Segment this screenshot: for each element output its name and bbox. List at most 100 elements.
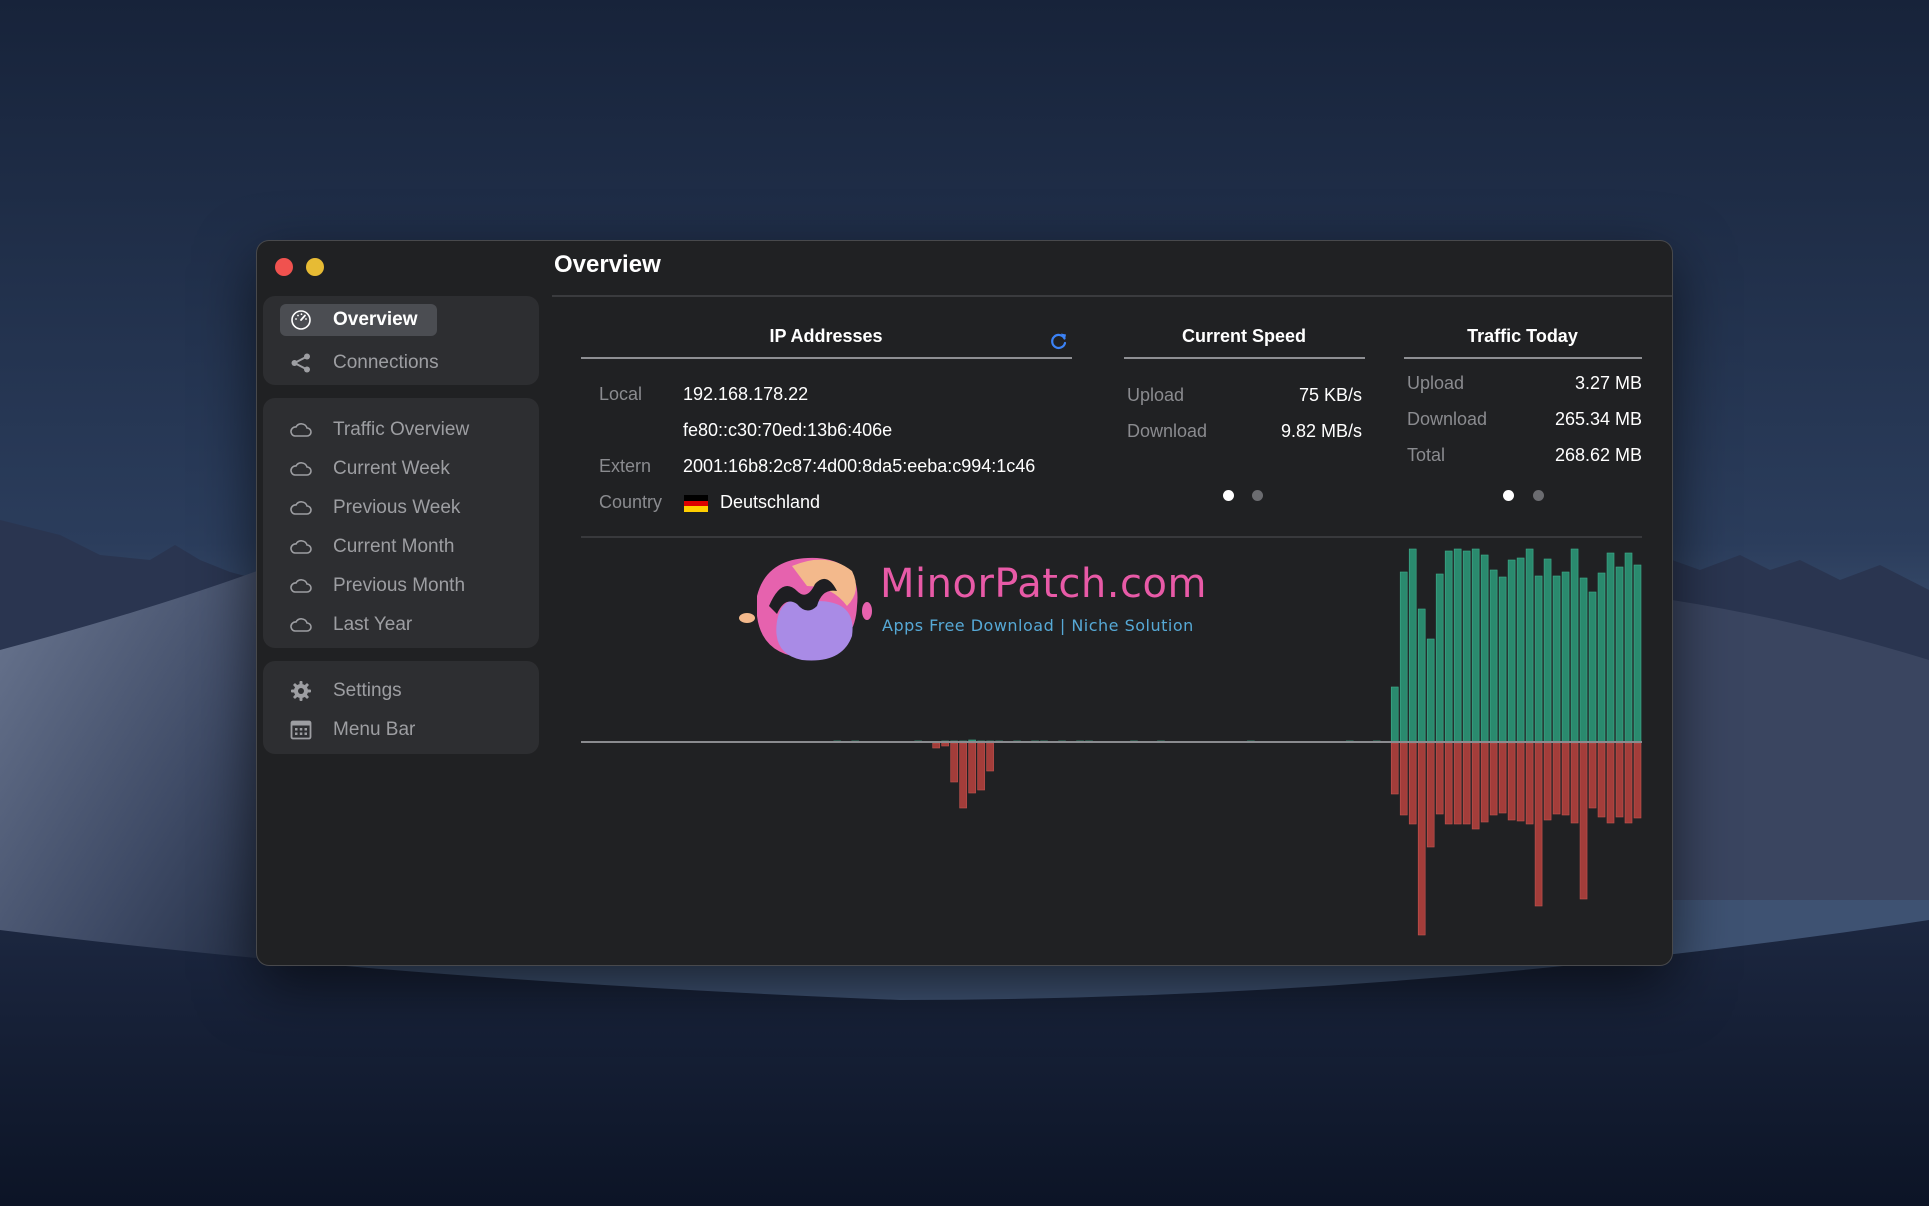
cloud-icon [289,418,313,442]
gauge-icon [289,308,313,332]
speed-download-label: Download [1127,421,1208,441]
download-bar [1516,557,1525,743]
upload-bar [1507,742,1516,821]
sidebar-group-main: Overview Connections [263,296,539,385]
header-divider [552,295,1672,297]
upload-bar [1462,742,1471,825]
page-dot[interactable] [1252,490,1263,501]
share-icon [289,351,313,375]
sidebar-item-label: Previous Month [333,574,466,596]
upload-bar [1588,742,1597,809]
ip-addresses-underline [581,357,1072,359]
germany-flag-icon [684,495,708,512]
download-bar [1453,548,1462,743]
cloud-icon [289,496,313,520]
upload-bar [1633,742,1642,819]
sidebar-item-label: Menu Bar [333,718,416,740]
cloud-icon [289,535,313,559]
download-bar [1606,552,1615,743]
watermark-subtitle: Apps Free Download | Niche Solution [882,616,1194,635]
upload-bar [1579,742,1588,900]
local-ipv4-value: 192.168.178.22 [683,384,809,404]
sidebar-item-label: Last Year [333,613,413,635]
sidebar-item-current-month[interactable]: Current Month [263,527,539,566]
calendar-grid-icon [289,718,313,742]
sidebar-item-label: Settings [333,679,402,701]
page-dot[interactable] [1533,490,1544,501]
extern-ip-value: 2001:16b8:2c87:4d00:8da5:eeba:c994:1c46 [683,456,1036,476]
download-bar [1462,550,1471,743]
upload-bar [1399,742,1408,816]
sidebar-item-traffic-overview[interactable]: Traffic Overview [263,410,539,449]
sidebar-item-label: Connections [333,351,439,373]
current-speed-underline [1124,357,1365,359]
ip-addresses-title: IP Addresses [769,326,883,346]
cloud-icon [289,457,313,481]
download-bar [1624,552,1633,743]
sidebar-item-label: Current Month [333,535,455,557]
sidebar-item-last-year[interactable]: Last Year [263,605,539,644]
download-bar [1417,608,1426,743]
sidebar-item-current-week[interactable]: Current Week [263,449,539,488]
chart-baseline [581,741,1642,743]
current-speed-title: Current Speed [1181,326,1307,346]
download-bar [1480,554,1489,743]
upload-bar [1498,742,1507,814]
sidebar-item-connections[interactable]: Connections [263,343,539,382]
page-title: Overview [554,251,661,278]
download-bar [1534,575,1543,743]
download-bar [1579,577,1588,743]
sidebar-item-previous-month[interactable]: Previous Month [263,566,539,605]
sidebar-item-overview[interactable]: Overview [263,304,539,336]
sidebar-item-menu-bar[interactable]: Menu Bar [263,710,539,749]
download-bar [1426,638,1435,743]
gear-icon [289,679,313,703]
upload-bar [1489,742,1498,816]
upload-bar [1624,742,1633,824]
sidebar-item-label: Previous Week [333,496,461,518]
content-divider [581,536,1642,538]
refresh-icon[interactable] [1048,330,1070,352]
sidebar-item-label: Traffic Overview [333,418,470,440]
download-bar [1633,564,1642,743]
download-bar [1588,591,1597,743]
upload-bar [1444,742,1453,825]
upload-bar [1480,742,1489,823]
upload-bar [1417,742,1426,936]
upload-bar [959,742,967,809]
close-window-button[interactable] [275,258,293,276]
upload-bar [977,742,985,791]
upload-bar [1453,742,1462,825]
today-upload-value: 3.27 MB [1574,373,1642,393]
download-bar [1489,569,1498,743]
download-bar [1390,686,1399,743]
minimize-window-button[interactable] [306,258,324,276]
upload-bar [1534,742,1543,907]
download-bar [1444,550,1453,743]
traffic-today-title: Traffic Today [1467,326,1578,346]
upload-bar [1516,742,1525,822]
sidebar-item-previous-week[interactable]: Previous Week [263,488,539,527]
download-bar [1399,571,1408,743]
download-bar [1552,575,1561,743]
download-bar [1408,548,1417,743]
page-dot-active[interactable] [1503,490,1514,501]
download-bar [1597,572,1606,743]
traffic-today-underline [1404,357,1642,359]
upload-bar [941,742,949,747]
sidebar-item-settings[interactable]: Settings [263,671,539,710]
upload-bar [1390,742,1399,795]
today-total-value: 268.62 MB [1554,445,1642,465]
upload-bar [1570,742,1579,824]
sidebar: Overview Connections Traffic Overview Cu… [263,296,539,767]
local-ipv6-value: fe80::c30:70ed:13b6:406e [683,420,893,440]
sidebar-group-settings: Settings Menu Bar [263,661,539,754]
watermark-logo-icon [739,557,872,661]
download-bar [1561,571,1570,743]
download-bar [1570,548,1579,743]
upload-bar [986,742,994,772]
sidebar-group-traffic: Traffic Overview Current Week Previous W… [263,398,539,648]
page-dot-active[interactable] [1223,490,1234,501]
sidebar-item-label: Current Week [333,457,450,479]
country-label: Country [599,492,663,512]
